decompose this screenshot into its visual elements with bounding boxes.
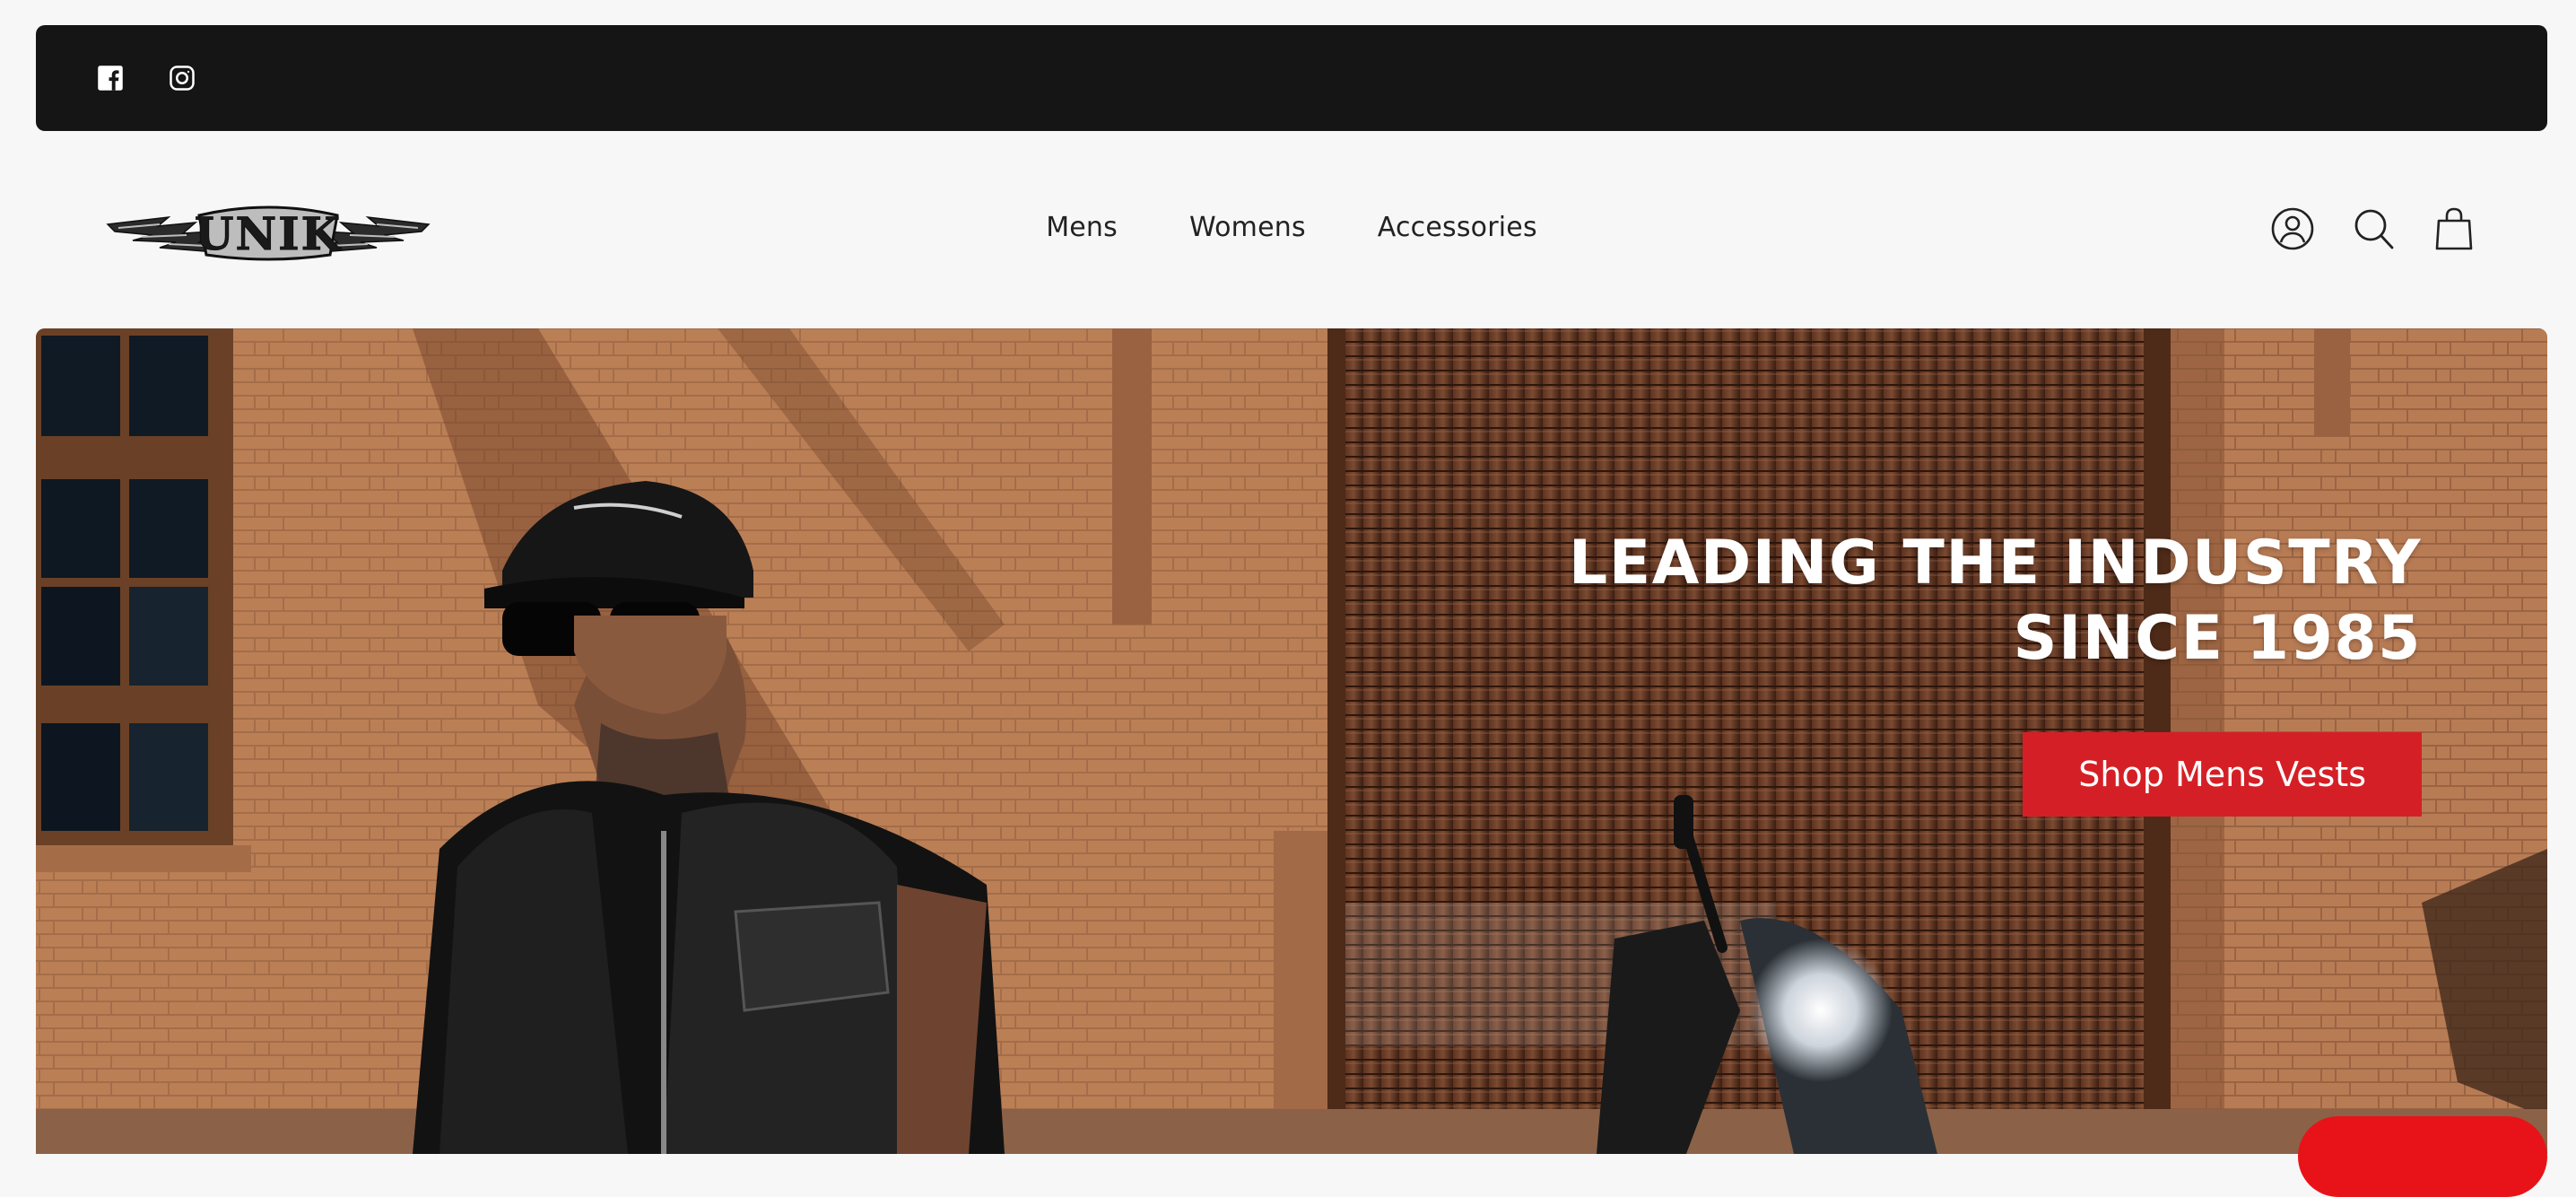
chat-widget-button[interactable] — [2298, 1116, 2547, 1197]
instagram-icon[interactable] — [167, 63, 197, 93]
hero-heading-line-2: SINCE 1985 — [2013, 603, 2422, 674]
header-icons — [2271, 206, 2476, 251]
nav-link-womens[interactable]: Womens — [1189, 212, 1306, 243]
account-icon[interactable] — [2271, 206, 2314, 251]
nav-link-mens[interactable]: Mens — [1046, 212, 1118, 243]
nav-link-accessories[interactable]: Accessories — [1378, 212, 1537, 243]
announcement-bar — [36, 25, 2547, 131]
shop-mens-vests-button[interactable]: Shop Mens Vests — [2023, 732, 2422, 817]
facebook-icon[interactable] — [95, 63, 126, 93]
hero-banner: LEADING THE INDUSTRY SINCE 1985 Shop Men… — [36, 328, 2547, 1154]
hero-heading-line-1: LEADING THE INDUSTRY — [1568, 528, 2422, 598]
cart-icon[interactable] — [2432, 206, 2476, 251]
main-nav: Mens Womens Accessories — [36, 212, 2547, 243]
hero-heading: LEADING THE INDUSTRY SINCE 1985 — [1569, 526, 2422, 677]
search-icon[interactable] — [2352, 206, 2395, 251]
hero-content: LEADING THE INDUSTRY SINCE 1985 Shop Men… — [1569, 526, 2422, 817]
site-header: UNIK Mens Womens Accessories — [36, 131, 2547, 328]
